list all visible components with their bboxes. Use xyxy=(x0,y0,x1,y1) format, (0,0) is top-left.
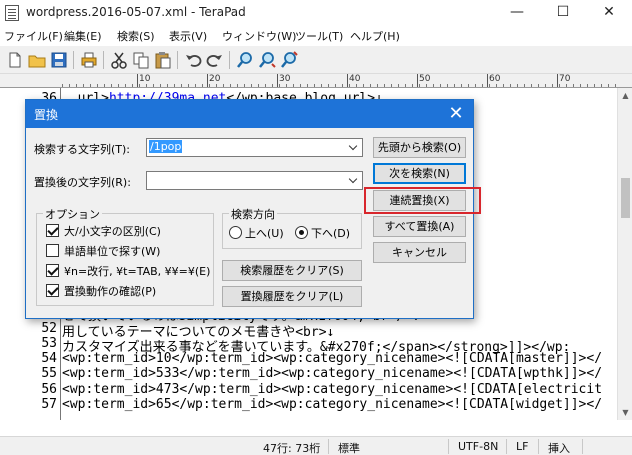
ruler-label: 30 xyxy=(279,74,291,84)
ruler-label: 10 xyxy=(139,74,151,84)
direction-up-label[interactable]: 上へ(U) xyxy=(245,225,284,241)
highlight-annotation xyxy=(364,187,481,214)
status-mode: 標準 xyxy=(338,442,360,455)
menu-edit[interactable]: 編集(E) xyxy=(64,28,102,44)
code-text: <wp:term_id>533</wp:term_id><wp:category… xyxy=(62,366,603,382)
find-next-icon[interactable] xyxy=(257,50,277,70)
dialog-title: 置換 xyxy=(34,108,59,122)
minimize-button[interactable]: — xyxy=(494,0,540,26)
code-text: <wp:term_id>65</wp:term_id><wp:category_… xyxy=(62,397,603,412)
undo-icon[interactable] xyxy=(183,50,203,70)
new-file-icon[interactable] xyxy=(5,50,25,70)
search-string-value: /1pop xyxy=(149,140,183,153)
cut-icon[interactable] xyxy=(109,50,129,70)
chevron-down-icon[interactable] xyxy=(349,142,359,152)
replace-all-button[interactable]: すべて置換(A) xyxy=(373,216,466,237)
confirm-replace-label[interactable]: 置換動作の確認(P) xyxy=(64,283,156,299)
paste-icon[interactable] xyxy=(153,50,173,70)
find-icon[interactable] xyxy=(235,50,255,70)
menu-window[interactable]: ウィンドウ(W) xyxy=(222,28,296,44)
scroll-up-icon[interactable]: ▲ xyxy=(620,88,631,103)
status-bar: 47行: 73桁 標準 UTF-8N LF 挿入 xyxy=(0,436,632,455)
search-string-combo[interactable]: /1pop xyxy=(146,138,363,157)
line-number: 53 xyxy=(41,335,57,351)
menu-bar: ファイル(F) 編集(E) 検索(S) 表示(V) ウィンドウ(W) ツール(T… xyxy=(0,26,632,46)
status-encoding: UTF-8N xyxy=(458,440,499,453)
menu-file[interactable]: ファイル(F) xyxy=(4,28,63,44)
options-legend: オプション xyxy=(43,206,102,222)
scroll-down-icon[interactable]: ▼ xyxy=(620,405,631,420)
clear-replace-history-button[interactable]: 置換履歴をクリア(L) xyxy=(222,286,362,307)
line-number: 54 xyxy=(41,351,57,367)
maximize-button[interactable]: ☐ xyxy=(540,0,586,26)
direction-down-label[interactable]: 下へ(D) xyxy=(311,225,350,241)
window-title: wordpress.2016-05-07.xml - TeraPad xyxy=(26,5,246,19)
menu-tools[interactable]: ツール(T) xyxy=(295,28,343,44)
ruler-label: 20 xyxy=(209,74,221,84)
vertical-scrollbar[interactable]: ▲ ▼ xyxy=(617,88,632,420)
options-group: オプション 大/小文字の区別(C) 単語単位で探す(W) ¥n=改行, ¥t=T… xyxy=(36,206,214,306)
code-line: <wp:term_id>473</wp:term_id><wp:category… xyxy=(62,382,602,397)
scroll-thumb[interactable] xyxy=(621,178,630,218)
menu-view[interactable]: 表示(V) xyxy=(169,28,207,44)
open-folder-icon[interactable] xyxy=(27,50,47,70)
code-line: <wp:term_id>533</wp:term_id><wp:category… xyxy=(62,366,602,381)
redo-icon[interactable] xyxy=(205,50,225,70)
code-line: <wp:term_id>65</wp:term_id><wp:category_… xyxy=(62,397,602,412)
ruler-label: 50 xyxy=(419,74,431,84)
menu-help[interactable]: ヘルプ(H) xyxy=(350,28,400,44)
chevron-down-icon[interactable] xyxy=(349,175,359,185)
ruler-label: 60 xyxy=(489,74,501,84)
line-number: 57 xyxy=(41,397,57,412)
copy-icon[interactable] xyxy=(131,50,151,70)
escape-sequence-label[interactable]: ¥n=改行, ¥t=TAB, ¥¥=¥(E) xyxy=(64,263,210,279)
direction-legend: 検索方向 xyxy=(229,206,277,222)
code-text: <wp:term_id>10</wp:term_id><wp:category_… xyxy=(62,351,603,367)
status-cursor-position: 47行: 73桁 xyxy=(263,442,321,455)
cancel-button[interactable]: キャンセル xyxy=(373,242,466,263)
confirm-replace-checkbox[interactable] xyxy=(46,284,59,297)
whole-word-label[interactable]: 単語単位で探す(W) xyxy=(64,243,160,259)
menu-search[interactable]: 検索(S) xyxy=(117,28,155,44)
case-sensitive-label[interactable]: 大/小文字の区別(C) xyxy=(64,223,161,239)
line-number: 56 xyxy=(41,381,57,397)
escape-sequence-checkbox[interactable] xyxy=(46,264,59,277)
ruler-label: 40 xyxy=(349,74,361,84)
code-line: <wp:term_id>10</wp:term_id><wp:category_… xyxy=(62,351,602,366)
case-sensitive-checkbox[interactable] xyxy=(46,224,59,237)
direction-down-radio[interactable] xyxy=(295,226,308,239)
status-insert-mode: 挿入 xyxy=(548,442,570,455)
replace-string-label: 置換後の文字列(R): xyxy=(34,176,131,189)
search-from-top-button[interactable]: 先頭から検索(O) xyxy=(373,137,466,158)
title-bar: wordpress.2016-05-07.xml - TeraPad — ☐ ✕ xyxy=(0,0,632,26)
find-next-button[interactable]: 次を検索(N) xyxy=(373,163,466,184)
ruler-label: 70 xyxy=(559,74,571,84)
line-number: 55 xyxy=(41,366,57,382)
replace-string-combo[interactable] xyxy=(146,171,363,190)
column-ruler: 10 20 30 40 50 60 70 xyxy=(0,74,632,88)
direction-group: 検索方向 上へ(U) 下へ(D) xyxy=(222,206,362,249)
direction-up-radio[interactable] xyxy=(229,226,242,239)
close-window-button[interactable]: ✕ xyxy=(586,0,632,26)
toolbar xyxy=(0,46,632,74)
line-number: 52 xyxy=(41,320,57,336)
find-prev-icon[interactable] xyxy=(279,50,299,70)
clear-search-history-button[interactable]: 検索履歴をクリア(S) xyxy=(222,260,362,281)
whole-word-checkbox[interactable] xyxy=(46,244,59,257)
save-icon[interactable] xyxy=(49,50,69,70)
search-string-label: 検索する文字列(T): xyxy=(34,143,131,156)
print-icon[interactable] xyxy=(79,50,99,70)
terapad-app-icon xyxy=(5,5,19,21)
dialog-title-bar[interactable]: 置換 ✕ xyxy=(26,100,473,128)
code-text: <wp:term_id>473</wp:term_id><wp:category… xyxy=(62,381,603,397)
status-linebreak: LF xyxy=(516,440,529,453)
dialog-close-button[interactable]: ✕ xyxy=(445,103,467,125)
